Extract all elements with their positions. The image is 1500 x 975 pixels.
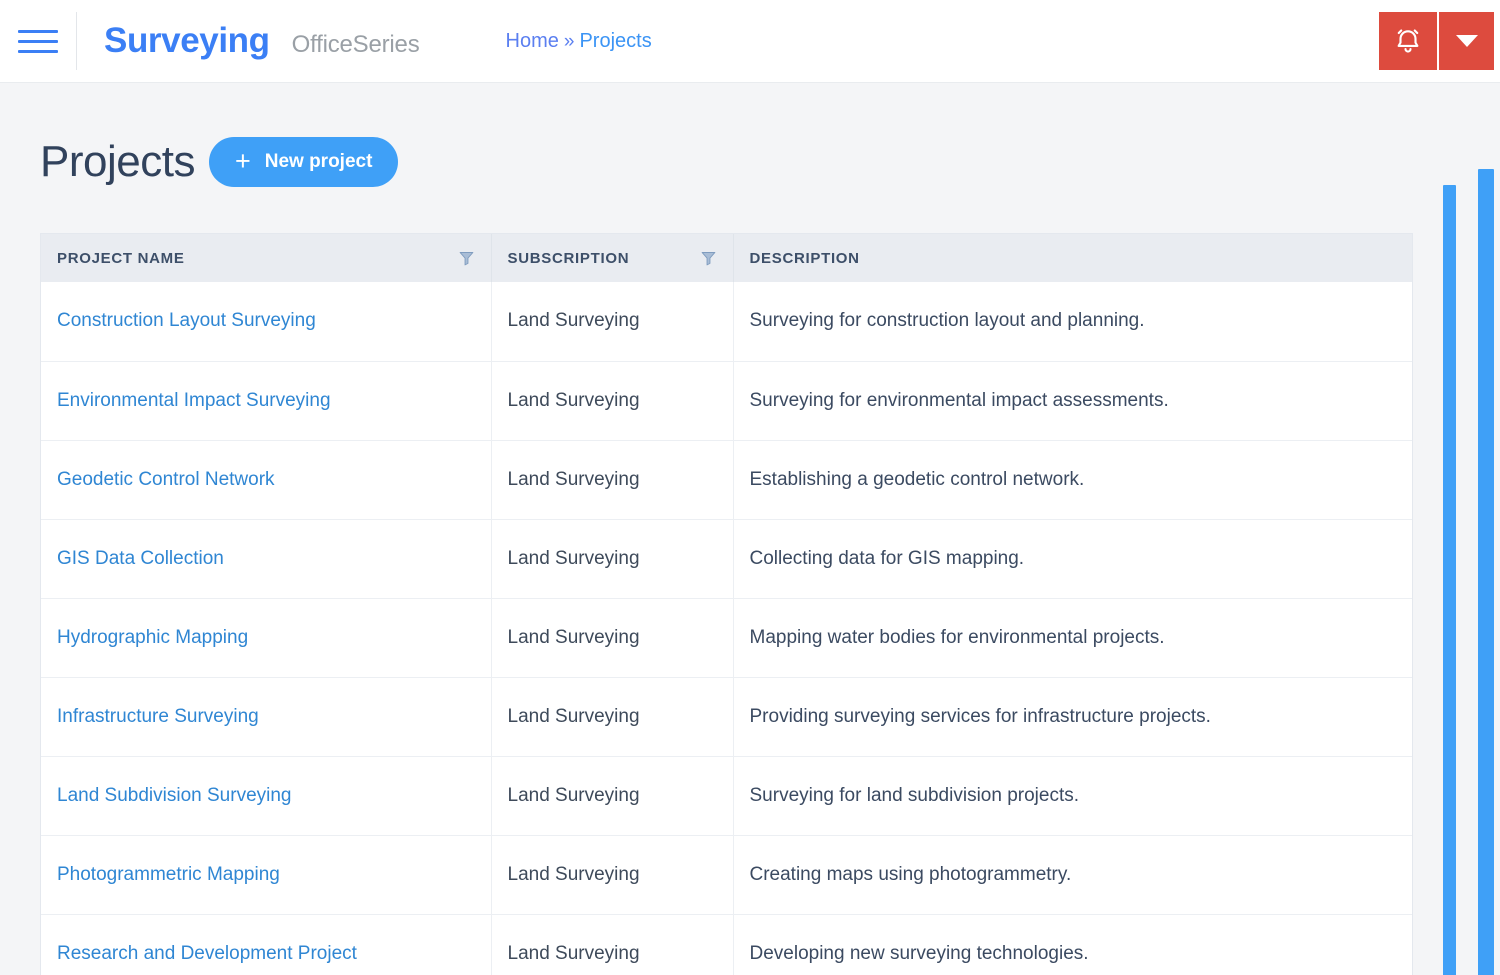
cell-description: Surveying for construction layout and pl… [749,310,1145,332]
brand[interactable]: Surveying OfficeSeries [104,21,420,61]
column-header-label: PROJECT NAME [57,249,185,267]
cell-project-name: Geodetic Control Network [41,439,492,519]
vertical-scrollbar-outer[interactable] [1478,169,1494,975]
header-divider [76,12,77,70]
filter-funnel-icon[interactable] [700,249,717,267]
brand-subtitle: OfficeSeries [291,31,420,58]
table-header-row: PROJECT NAME SUBSCRIPTION DESCRIPTION [41,234,1412,282]
alarm-bell-icon [1397,29,1419,53]
notifications-button[interactable] [1379,12,1437,70]
cell-project-name: Infrastructure Surveying [41,676,492,756]
table-row[interactable]: Hydrographic Mapping Land Surveying Mapp… [41,597,1412,677]
cell-project-name: Photogrammetric Mapping [41,834,492,914]
breadcrumb-separator-icon: » [563,30,575,52]
table-row[interactable]: GIS Data Collection Land Surveying Colle… [41,518,1412,598]
cell-description: Surveying for land subdivision projects. [733,755,1412,835]
projects-table-container: PROJECT NAME SUBSCRIPTION DESCRIPTION Co… [40,233,1413,975]
hamburger-icon [18,29,58,53]
project-link[interactable]: Infrastructure Surveying [57,706,259,727]
cell-subscription: Land Surveying [491,755,734,835]
cell-description: Providing surveying services for infrast… [733,676,1412,756]
project-link[interactable]: Geodetic Control Network [57,469,275,490]
project-link[interactable]: Hydrographic Mapping [57,627,248,648]
column-header-subscription[interactable]: SUBSCRIPTION [491,234,734,282]
column-header-description[interactable]: DESCRIPTION [733,234,1412,282]
cell-subscription: Land Surveying [491,360,734,440]
table-row[interactable]: Construction Layout Surveying Land Surve… [41,282,1412,361]
brand-title: Surveying [104,21,270,60]
new-project-button[interactable]: + New project [208,137,399,187]
cell-subscription: Land Surveying [491,676,734,756]
page-header: Projects + New project [0,83,1500,187]
cell-description: Collecting data for GIS mapping. [733,518,1412,598]
column-header-label: SUBSCRIPTION [507,249,630,267]
project-link[interactable]: Research and Development Project [57,943,357,964]
project-link[interactable]: Photogrammetric Mapping [57,864,280,885]
projects-table: PROJECT NAME SUBSCRIPTION DESCRIPTION Co… [41,234,1412,975]
new-project-button-label: New project [264,151,373,172]
menu-toggle-button[interactable] [0,0,76,83]
project-link[interactable]: GIS Data Collection [57,548,224,569]
plus-icon: + [234,145,251,176]
table-row[interactable]: Geodetic Control Network Land Surveying … [41,439,1412,519]
cell-description: Developing new surveying technologies. [733,913,1412,975]
filter-funnel-icon[interactable] [458,249,475,267]
cell-subscription: Land Surveying [491,282,734,361]
cell-description: Surveying for environmental impact asses… [733,360,1412,440]
table-row[interactable]: Research and Development Project Land Su… [41,913,1412,975]
cell-project-name: Construction Layout Surveying [41,282,492,361]
project-link[interactable]: Construction Layout Surveying [57,310,316,331]
cell-project-name: Research and Development Project [41,913,492,975]
column-header-project-name[interactable]: PROJECT NAME [41,234,492,282]
cell-subscription: Land Surveying [491,518,734,598]
cell-description: Creating maps using photogrammetry. [733,834,1412,914]
cell-project-name: Environmental Impact Surveying [41,360,492,440]
page-content: Projects + New project PROJECT NAME SUBS… [0,83,1500,975]
project-link[interactable]: Environmental Impact Surveying [57,390,331,411]
table-row[interactable]: Infrastructure Surveying Land Surveying … [41,676,1412,756]
table-row[interactable]: Land Subdivision Surveying Land Surveyin… [41,755,1412,835]
cell-subscription: Land Surveying [491,834,734,914]
cell-project-name: Land Subdivision Surveying [41,755,492,835]
header-actions [1379,12,1494,70]
cell-project-name: Hydrographic Mapping [41,597,492,677]
table-row[interactable]: Photogrammetric Mapping Land Surveying C… [41,834,1412,914]
project-link[interactable]: Land Subdivision Surveying [57,785,292,806]
header-dropdown-button[interactable] [1439,12,1494,70]
breadcrumb-item-projects[interactable]: Projects [579,30,651,53]
table-row[interactable]: Environmental Impact Surveying Land Surv… [41,360,1412,440]
vertical-scrollbar-inner[interactable] [1443,185,1456,975]
breadcrumb-item-home[interactable]: Home [506,30,559,53]
column-header-label: DESCRIPTION [749,249,860,267]
table-body: Construction Layout Surveying Land Surve… [41,282,1412,975]
cell-subscription: Land Surveying [491,439,734,519]
cell-subscription: Land Surveying [491,597,734,677]
cell-description: Establishing a geodetic control network. [733,439,1412,519]
cell-description: Mapping water bodies for environmental p… [733,597,1412,677]
cell-project-name: GIS Data Collection [41,518,492,598]
cell-subscription: Land Surveying [491,913,734,975]
chevron-down-icon [1455,35,1478,47]
page-title: Projects [40,137,195,186]
breadcrumb: Home » Projects [506,30,652,53]
table-head: PROJECT NAME SUBSCRIPTION DESCRIPTION [41,234,1412,282]
top-navigation-bar: Surveying OfficeSeries Home » Projects [0,0,1500,83]
